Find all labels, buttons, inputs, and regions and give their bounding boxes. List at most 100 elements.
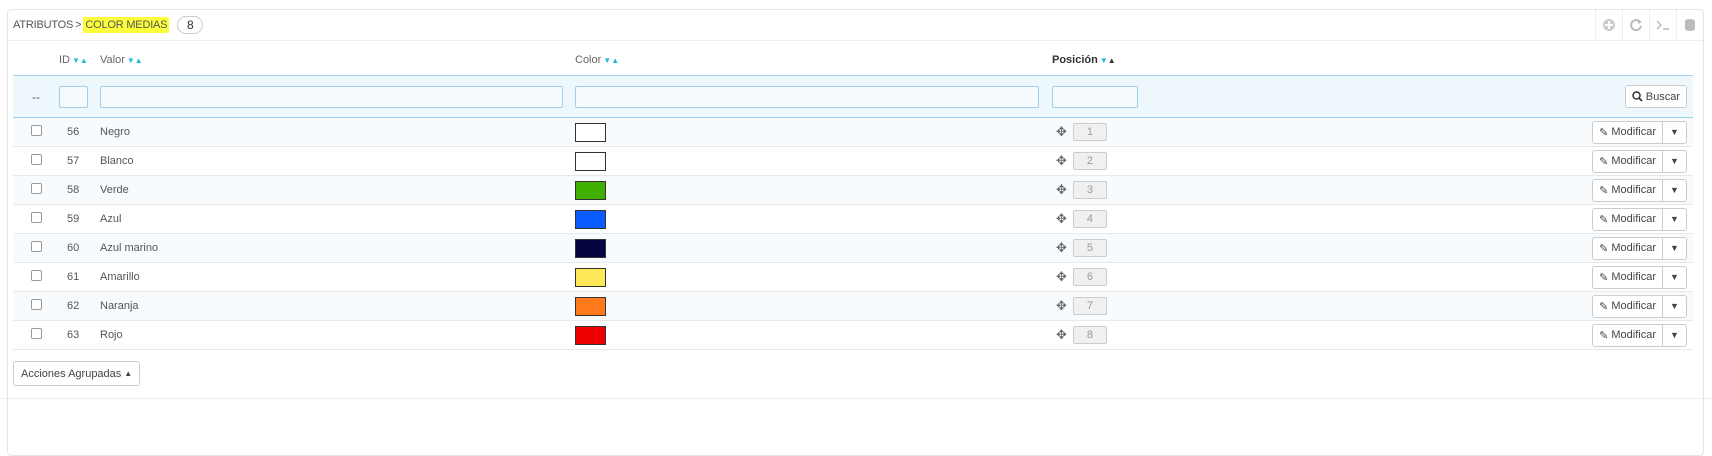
table-row: 63 Rojo ✥ 8 ✎ Modificar ▼ xyxy=(13,320,1693,350)
table-row: 58 Verde ✥ 3 ✎ Modificar ▼ xyxy=(13,175,1693,205)
sort-icon[interactable]: ▼▲ xyxy=(1100,56,1116,65)
edit-button[interactable]: ✎ Modificar xyxy=(1592,294,1663,318)
color-swatch xyxy=(575,296,606,316)
col-color: Color ▼▲ xyxy=(575,54,620,66)
table-row: 59 Azul ✥ 4 ✎ Modificar ▼ xyxy=(13,204,1693,234)
position-value: 3 xyxy=(1072,181,1107,199)
breadcrumb-parent[interactable]: ATRIBUTOS xyxy=(13,19,73,31)
row-id: 61 xyxy=(59,262,100,292)
drag-handle-icon[interactable]: ✥ xyxy=(1056,327,1067,342)
sort-icon[interactable]: ▼▲ xyxy=(127,56,143,65)
row-actions-dropdown[interactable]: ▼ xyxy=(1663,178,1687,202)
drag-handle-icon[interactable]: ✥ xyxy=(1056,298,1067,313)
row-valor: Azul xyxy=(100,204,575,234)
edit-button[interactable]: ✎ Modificar xyxy=(1592,323,1663,347)
database-icon[interactable] xyxy=(1676,10,1703,40)
edit-button[interactable]: ✎ Modificar xyxy=(1592,236,1663,260)
table-row: 57 Blanco ✥ 2 ✎ Modificar ▼ xyxy=(13,146,1693,176)
row-checkbox[interactable] xyxy=(30,125,42,136)
color-filter-input[interactable] xyxy=(575,85,1039,108)
table-row: 62 Naranja ✥ 7 ✎ Modificar ▼ xyxy=(13,291,1693,321)
row-valor: Blanco xyxy=(100,146,575,176)
search-icon xyxy=(1632,91,1643,102)
add-icon[interactable] xyxy=(1595,10,1622,40)
pencil-icon: ✎ xyxy=(1599,300,1609,313)
row-actions-dropdown[interactable]: ▼ xyxy=(1663,294,1687,318)
position-value: 5 xyxy=(1072,239,1107,257)
row-checkbox[interactable] xyxy=(30,299,42,310)
pencil-icon: ✎ xyxy=(1599,242,1609,255)
row-valor: Naranja xyxy=(100,291,575,321)
row-checkbox[interactable] xyxy=(30,241,42,252)
filter-row: -- Buscar xyxy=(13,75,1693,118)
row-valor: Amarillo xyxy=(100,262,575,292)
caret-down-icon: ▼ xyxy=(1670,156,1679,166)
breadcrumb: ATRIBUTOS > COLOR MEDIAS xyxy=(13,17,170,33)
divider xyxy=(0,398,1712,399)
breadcrumb-current: COLOR MEDIAS xyxy=(83,17,170,33)
row-id: 56 xyxy=(59,117,100,147)
drag-handle-icon[interactable]: ✥ xyxy=(1056,211,1067,226)
row-actions-dropdown[interactable]: ▼ xyxy=(1663,265,1687,289)
table-row: 56 Negro ✥ 1 ✎ Modificar ▼ xyxy=(13,117,1693,147)
attribute-values-table: ID ▼▲ Valor ▼▲ Color ▼▲ Posición ▼▲ -- Busca… xyxy=(13,45,1693,350)
sort-icon[interactable]: ▼▲ xyxy=(72,56,88,65)
caret-down-icon: ▼ xyxy=(1670,243,1679,253)
caret-down-icon: ▼ xyxy=(1670,272,1679,282)
color-swatch xyxy=(575,180,606,200)
edit-button[interactable]: ✎ Modificar xyxy=(1592,207,1663,231)
row-actions-dropdown[interactable]: ▼ xyxy=(1663,323,1687,347)
row-valor: Rojo xyxy=(100,320,575,350)
color-swatch xyxy=(575,267,606,287)
table-header: ID ▼▲ Valor ▼▲ Color ▼▲ Posición ▼▲ xyxy=(13,45,1693,76)
count-badge: 8 xyxy=(177,16,204,34)
terminal-icon[interactable] xyxy=(1649,10,1676,40)
refresh-icon[interactable] xyxy=(1622,10,1649,40)
row-actions-dropdown[interactable]: ▼ xyxy=(1663,149,1687,173)
pencil-icon: ✎ xyxy=(1599,155,1609,168)
caret-down-icon: ▼ xyxy=(1670,330,1679,340)
row-id: 63 xyxy=(59,320,100,350)
row-actions-dropdown[interactable]: ▼ xyxy=(1663,236,1687,260)
row-actions-dropdown[interactable]: ▼ xyxy=(1663,120,1687,144)
caret-down-icon: ▼ xyxy=(1670,301,1679,311)
search-button[interactable]: Buscar xyxy=(1624,85,1687,108)
position-value: 4 xyxy=(1072,210,1107,228)
posicion-filter-input[interactable] xyxy=(1052,85,1138,108)
edit-button[interactable]: ✎ Modificar xyxy=(1592,265,1663,289)
drag-handle-icon[interactable]: ✥ xyxy=(1056,269,1067,284)
color-swatch xyxy=(575,151,606,171)
col-valor: Valor ▼▲ xyxy=(100,54,143,66)
drag-handle-icon[interactable]: ✥ xyxy=(1056,124,1067,139)
position-value: 2 xyxy=(1072,152,1107,170)
caret-up-icon: ▲ xyxy=(124,369,133,378)
panel-toolbar xyxy=(1595,10,1703,40)
drag-handle-icon[interactable]: ✥ xyxy=(1056,153,1067,168)
bulk-actions-button[interactable]: Acciones Agrupadas ▲ xyxy=(13,361,141,386)
caret-down-icon: ▼ xyxy=(1670,214,1679,224)
color-swatch xyxy=(575,238,606,258)
caret-down-icon: ▼ xyxy=(1670,127,1679,137)
row-id: 59 xyxy=(59,204,100,234)
row-checkbox[interactable] xyxy=(30,328,42,339)
row-checkbox[interactable] xyxy=(30,270,42,281)
valor-filter-input[interactable] xyxy=(100,85,563,108)
pencil-icon: ✎ xyxy=(1599,271,1609,284)
panel-heading: ATRIBUTOS > COLOR MEDIAS 8 xyxy=(8,10,1703,41)
row-checkbox[interactable] xyxy=(30,154,42,165)
row-checkbox[interactable] xyxy=(30,183,42,194)
pencil-icon: ✎ xyxy=(1599,184,1609,197)
row-id: 58 xyxy=(59,175,100,205)
edit-button[interactable]: ✎ Modificar xyxy=(1592,149,1663,173)
col-posicion: Posición ▼▲ xyxy=(1052,54,1116,66)
edit-button[interactable]: ✎ Modificar xyxy=(1592,120,1663,144)
row-id: 62 xyxy=(59,291,100,321)
row-checkbox[interactable] xyxy=(30,212,42,223)
sort-icon[interactable]: ▼▲ xyxy=(603,56,619,65)
edit-button[interactable]: ✎ Modificar xyxy=(1592,178,1663,202)
drag-handle-icon[interactable]: ✥ xyxy=(1056,240,1067,255)
row-actions-dropdown[interactable]: ▼ xyxy=(1663,207,1687,231)
drag-handle-icon[interactable]: ✥ xyxy=(1056,182,1067,197)
id-filter-input[interactable] xyxy=(59,85,88,108)
table-row: 60 Azul marino ✥ 5 ✎ Modificar ▼ xyxy=(13,233,1693,263)
